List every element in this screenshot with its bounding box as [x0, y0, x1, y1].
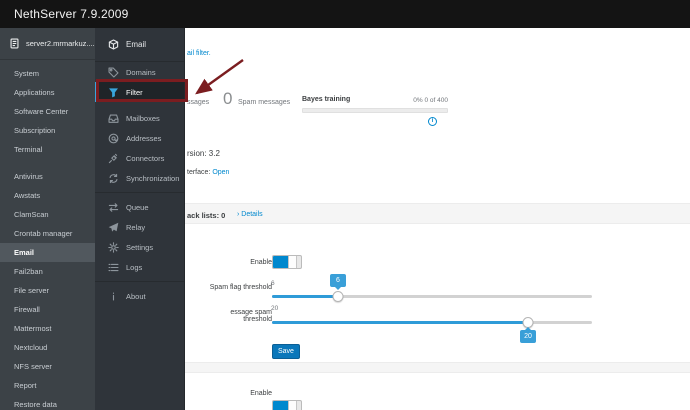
spam-messages-label: Spam messages [238, 99, 291, 106]
sidebar-item-firewall[interactable]: Firewall [0, 300, 95, 319]
sidebar-item-applications[interactable]: Applications [0, 83, 95, 102]
toggle-knob[interactable] [288, 256, 297, 268]
toggle-on-segment [273, 256, 289, 268]
slider-tooltip: 20 [520, 327, 536, 343]
bayes-training-title: Bayes training [302, 96, 351, 103]
paper-plane-icon [108, 222, 119, 233]
submenu-separator [95, 281, 184, 282]
sidebar-item-email[interactable]: Email [0, 243, 95, 262]
exchange-arrows-icon [108, 202, 119, 213]
sidebar-item-restore-data[interactable]: Restore data [0, 395, 95, 410]
slider-tooltip: 6 [329, 274, 346, 290]
submenu-item-filter[interactable]: Filter [95, 82, 184, 102]
enable-label-2: Enable [250, 390, 272, 397]
deny-spam-value: 20 [271, 305, 279, 312]
sidebar-nav: System Applications Software Center Subs… [0, 64, 95, 410]
sidebar-item-file-server[interactable]: File server [0, 281, 95, 300]
server-name: server2.mrmarkuz.... [26, 39, 95, 48]
bayes-progress-text: 0% 0 of 400 [413, 97, 448, 104]
slider-fill [272, 321, 528, 324]
window-title: NethServer 7.9.2009 [14, 7, 129, 21]
save-button[interactable]: Save [272, 344, 300, 359]
slider-fill [272, 295, 338, 298]
spam-flag-threshold-label: Spam flag threshold [209, 284, 272, 291]
submenu-item-mailboxes[interactable]: Mailboxes [95, 108, 184, 128]
sidebar-item-software-center[interactable]: Software Center [0, 102, 95, 121]
enable-toggle[interactable] [272, 255, 302, 269]
submenu-item-logs[interactable]: Logs [95, 257, 184, 277]
sidebar-item-antivirus[interactable]: Antivirus [0, 167, 95, 186]
filter-page: ail filter. ssages 0 Spam messages Bayes… [185, 28, 690, 410]
spam-flag-value: 6 [271, 280, 275, 287]
tag-icon [108, 66, 119, 78]
sidebar-item-clamscan[interactable]: ClamScan [0, 205, 95, 224]
open-interface-link[interactable]: Open [212, 169, 229, 176]
blacklist-details-link[interactable]: › Details [237, 211, 263, 218]
sidebar-item-subscription[interactable]: Subscription [0, 121, 95, 140]
enable-toggle-2[interactable] [272, 400, 302, 410]
info-icon[interactable]: i [428, 117, 437, 126]
submenu-item-about[interactable]: About [95, 286, 184, 306]
gear-icon [108, 241, 119, 253]
sidebar-item-system[interactable]: System [0, 64, 95, 83]
mail-filter-doc-link[interactable]: ail filter. [187, 50, 211, 57]
sidebar: server2.mrmarkuz.... System Applications… [0, 28, 95, 410]
document-icon [10, 38, 19, 49]
sidebar-item-fail2ban[interactable]: Fail2ban [0, 262, 95, 281]
list-icon [108, 262, 119, 273]
sidebar-item-terminal[interactable]: Terminal [0, 140, 95, 159]
submenu-item-settings[interactable]: Settings [95, 237, 184, 257]
at-sign-icon [108, 133, 119, 144]
sidebar-item-nfs-server[interactable]: NFS server [0, 357, 95, 376]
server-selector[interactable]: server2.mrmarkuz.... [0, 28, 95, 60]
submenu-title: Email [126, 40, 147, 49]
submenu-item-relay[interactable]: Relay [95, 217, 184, 237]
submenu-item-addresses[interactable]: Addresses [95, 128, 184, 148]
spam-messages-count: 0 [223, 89, 233, 108]
blacklist-section-bar: ack lists: 0 › Details [185, 203, 690, 224]
sidebar-item-awstats[interactable]: Awstats [0, 186, 95, 205]
blacklist-count-label: ack lists: 0 [187, 211, 226, 220]
submenu-header: Email [95, 28, 184, 62]
rspamd-interface-row: terface: Open [187, 169, 229, 176]
email-submenu: Email Domains Filter Mailboxes Addresses… [95, 28, 185, 410]
submenu-item-synchronization[interactable]: Synchronization [95, 168, 184, 188]
plug-icon [108, 153, 119, 164]
sync-icon [108, 173, 119, 184]
bayes-progress-bar [302, 108, 448, 113]
submenu-separator [95, 192, 184, 193]
sidebar-item-nextcloud[interactable]: Nextcloud [0, 338, 95, 357]
toggle-on-segment [273, 401, 289, 410]
inbox-icon [108, 113, 119, 124]
sidebar-item-report[interactable]: Report [0, 376, 95, 395]
cube-icon [108, 39, 119, 50]
filter-version-text: rsion: 3.2 [187, 149, 220, 158]
toggle-knob[interactable] [288, 401, 297, 410]
submenu-item-queue[interactable]: Queue [95, 197, 184, 217]
deny-spam-threshold-label: essage spam threshold [230, 309, 272, 323]
spam-flag-slider[interactable]: 6 [272, 274, 592, 302]
submenu-item-domains[interactable]: Domains [95, 62, 184, 82]
funnel-icon [108, 87, 119, 98]
sidebar-item-mattermost[interactable]: Mattermost [0, 319, 95, 338]
submenu-item-connectors[interactable]: Connectors [95, 148, 184, 168]
enable-label: Enable [250, 259, 272, 266]
deny-spam-slider[interactable]: 20 [272, 317, 592, 343]
top-bar: NethServer 7.9.2009 [0, 0, 690, 28]
info-icon [108, 291, 119, 302]
interface-label: terface: [187, 169, 211, 176]
app-window: NethServer 7.9.2009 server2.mrmarkuz....… [0, 0, 690, 410]
sidebar-item-crontab-manager[interactable]: Crontab manager [0, 224, 95, 243]
queued-messages-label: ssages [187, 99, 210, 106]
second-section-bar [185, 362, 690, 373]
